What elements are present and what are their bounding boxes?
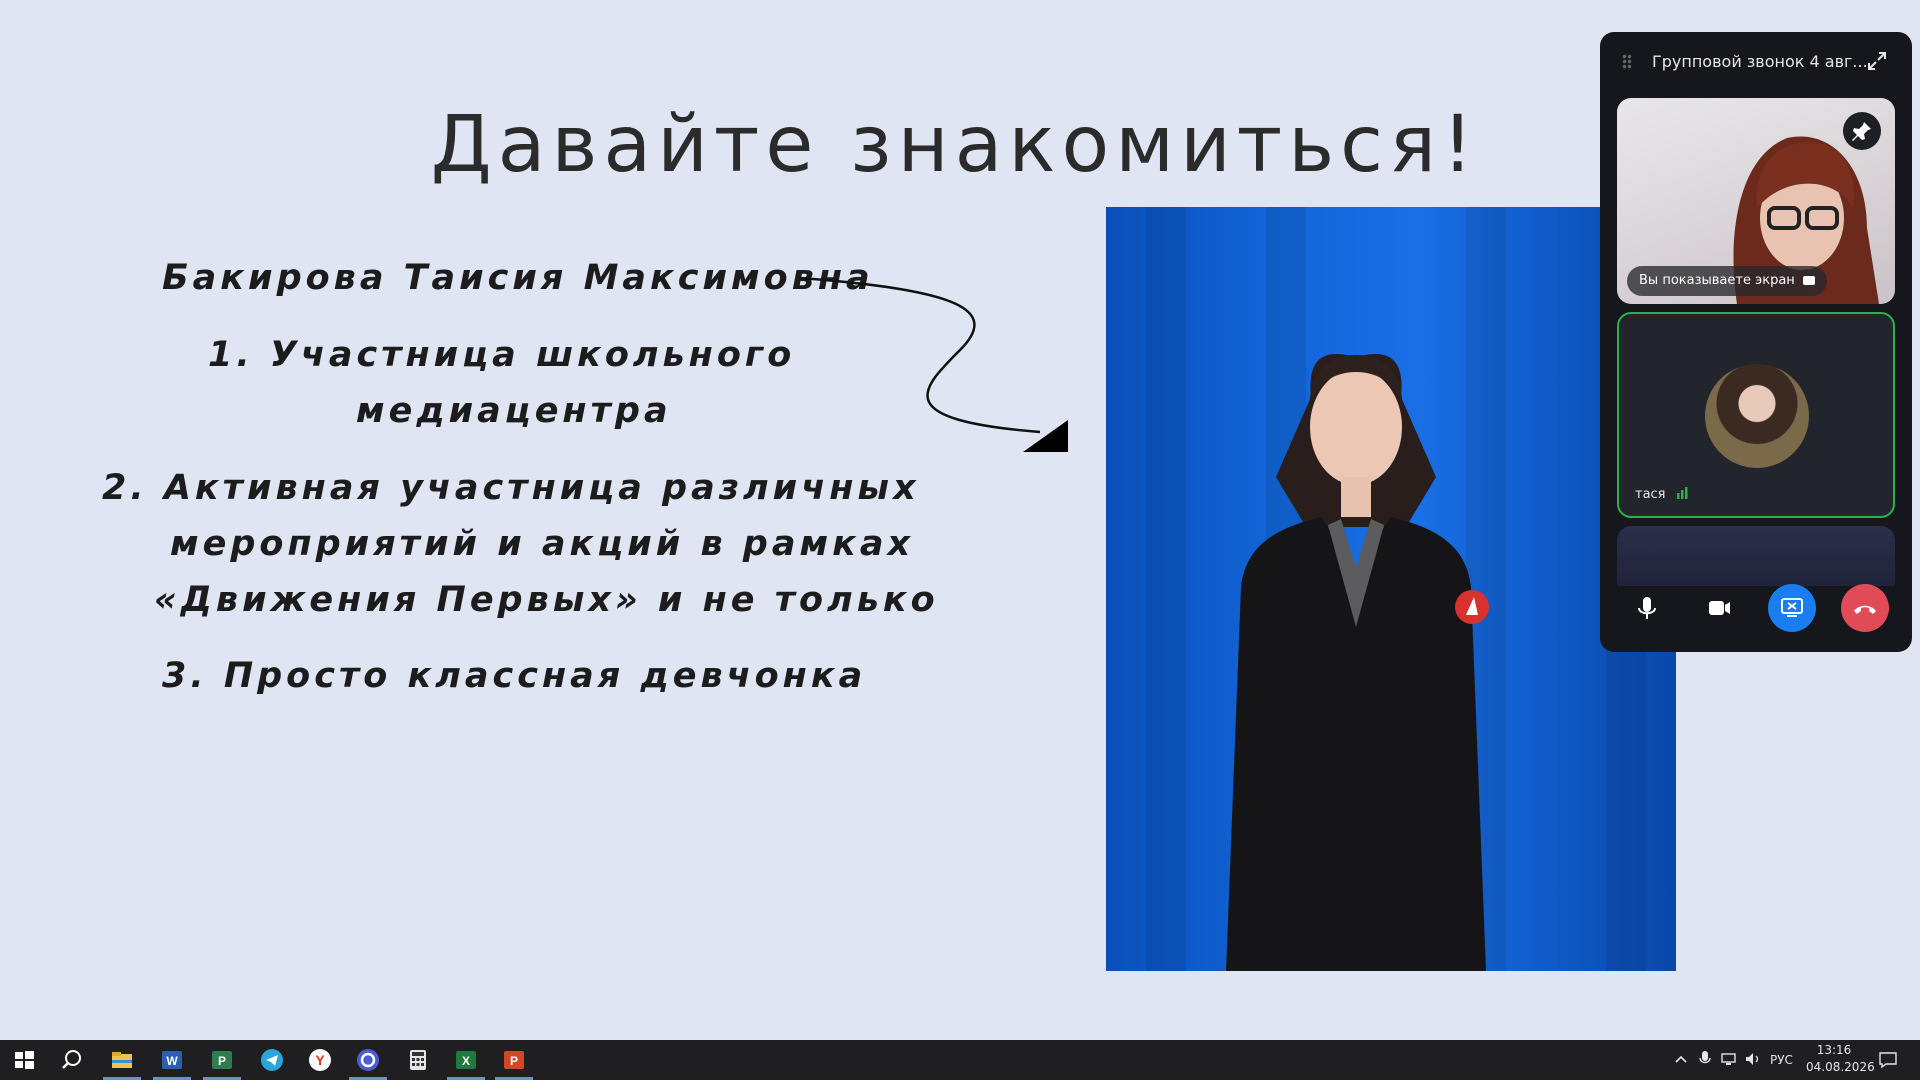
portrait-photo <box>1106 207 1676 971</box>
list-item-2-line-1: 2. Активная участница различных <box>102 468 920 508</box>
file-explorer-icon[interactable] <box>108 1046 136 1074</box>
svg-text:W: W <box>166 1054 178 1068</box>
participant-tile-self[interactable]: Вы показываете экран <box>1617 98 1895 304</box>
call-title: Групповой звонок 4 авг... <box>1652 52 1868 71</box>
screen-sharing-badge: Вы показываете экран <box>1627 266 1827 296</box>
messenger-icon[interactable] <box>354 1046 382 1074</box>
participant-name: тася <box>1635 487 1666 502</box>
screen-share-icon <box>1802 276 1815 285</box>
expand-icon[interactable] <box>1866 50 1888 72</box>
participant-avatar <box>1705 364 1809 468</box>
clock[interactable]: 13:16 04.08.2026 <box>1806 1043 1875 1074</box>
participant-tile-partial[interactable] <box>1617 526 1895 586</box>
windows-start-icon[interactable] <box>10 1046 38 1074</box>
microphone-button[interactable] <box>1623 584 1671 632</box>
pin-icon <box>1852 122 1871 141</box>
svg-text:X: X <box>462 1054 470 1068</box>
taskbar: W P Y X P РУС 13:16 04.08.2026 <box>0 1040 1920 1080</box>
list-item-2-line-2: мероприятий и акций в рамках <box>170 524 915 564</box>
volume-icon[interactable] <box>1744 1051 1762 1067</box>
curved-arrow-icon <box>799 276 1068 452</box>
svg-text:P: P <box>218 1054 226 1068</box>
end-call-button[interactable] <box>1841 584 1889 632</box>
notifications-icon[interactable] <box>1878 1050 1898 1070</box>
screen-share-icon <box>1781 598 1803 617</box>
clock-time: 13:16 <box>1816 1043 1852 1057</box>
project-icon[interactable]: P <box>208 1046 236 1074</box>
stop-screen-share-button[interactable] <box>1768 584 1816 632</box>
person-figure <box>1226 353 1489 971</box>
camera-button[interactable] <box>1695 584 1743 632</box>
svg-text:Y: Y <box>315 1052 325 1068</box>
clock-date: 04.08.2026 <box>1806 1060 1875 1074</box>
tray-chevron-up-icon[interactable] <box>1674 1052 1688 1066</box>
microphone-icon <box>1638 597 1656 619</box>
word-icon[interactable]: W <box>158 1046 186 1074</box>
excel-icon[interactable]: X <box>452 1046 480 1074</box>
drag-handle-icon[interactable] <box>1622 54 1632 70</box>
group-call-widget[interactable]: Групповой звонок 4 авг... Вы показываете… <box>1600 32 1912 652</box>
audio-level-icon <box>1676 487 1688 499</box>
tray-microphone-icon[interactable] <box>1698 1050 1712 1068</box>
screen-badge-label: Вы показываете экран <box>1639 273 1795 288</box>
person-name: Бакирова Таисия Максимовна <box>162 258 874 298</box>
powerpoint-icon[interactable]: P <box>500 1046 528 1074</box>
calculator-icon[interactable] <box>404 1046 432 1074</box>
search-icon[interactable] <box>58 1046 86 1074</box>
call-header[interactable]: Групповой звонок 4 авг... <box>1600 32 1912 92</box>
participant-tile-tasya[interactable]: тася <box>1617 312 1895 518</box>
list-item-1-line-1: 1. Участница школьного <box>208 335 796 375</box>
network-icon[interactable] <box>1720 1051 1738 1067</box>
pin-button[interactable] <box>1843 112 1881 150</box>
camera-icon <box>1709 601 1730 615</box>
telegram-icon[interactable] <box>258 1046 286 1074</box>
list-item-3: 3. Просто классная девчонка <box>162 656 867 696</box>
list-item-1-line-2: медиацентра <box>356 391 672 431</box>
yandex-browser-icon[interactable]: Y <box>306 1046 334 1074</box>
slide-title: Давайте знакомиться! <box>430 100 1480 190</box>
hang-up-icon <box>1854 605 1876 614</box>
participant-name-row: тася <box>1635 486 1690 502</box>
list-item-2-line-3: «Движения Первых» и не только <box>154 580 939 620</box>
language-indicator[interactable]: РУС <box>1770 1053 1793 1067</box>
svg-text:P: P <box>510 1054 518 1068</box>
